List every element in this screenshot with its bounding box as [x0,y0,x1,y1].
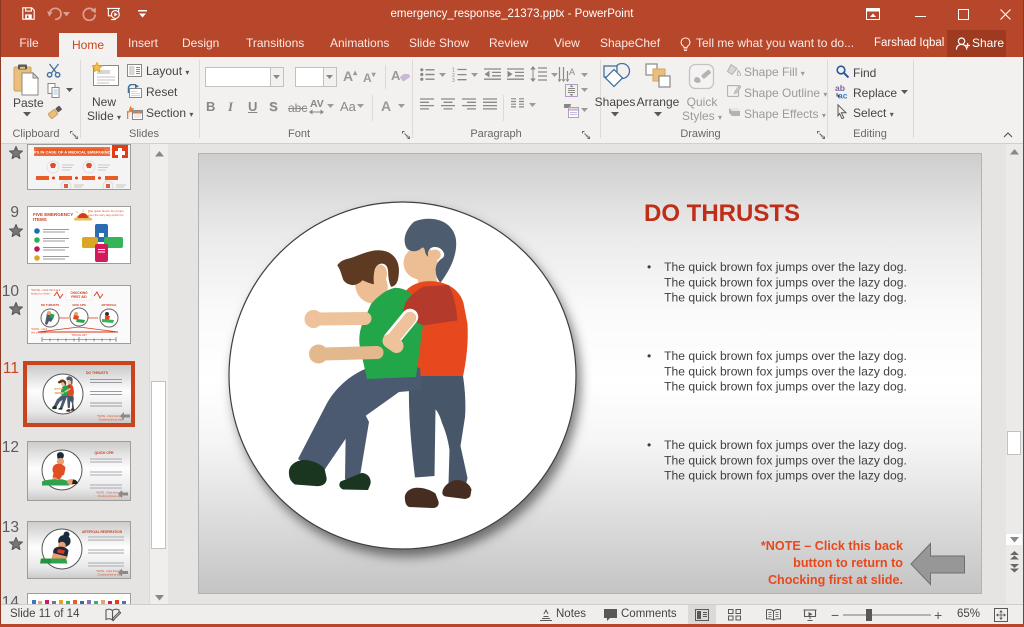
svg-text:6 STEPS IN CASE OF A MEDICAL E: 6 STEPS IN CASE OF A MEDICAL EMERGENCY [28,150,113,155]
svg-text:•: • [647,438,651,452]
svg-text:DO THRUSTS: DO THRUSTS [644,200,800,227]
svg-text:Chocking first at slide.: Chocking first at slide. [768,573,903,587]
svg-text:The quick brown fox jumps over: The quick brown fox jumps over the lazy … [664,453,907,467]
svg-text:ITEMS: ITEMS [33,217,47,222]
svg-text:The quick brown fox jumps over: The quick brown fox jumps over the lazy … [664,364,907,378]
svg-text:*NOTE – Click this back: *NOTE – Click this back [761,539,904,553]
svg-text:The quick brown fox jumps over: The quick brown fox jumps over the lazy … [664,380,907,394]
svg-text:Chocking first at slide.: Chocking first at slide. [99,418,125,422]
svg-text:QUICK CPR: QUICK CPR [94,451,114,455]
svg-text:GIVE CPR: GIVE CPR [72,303,85,307]
svg-text:*NOTE - Click: *NOTE - Click [31,327,48,331]
svg-text:button to return: button to return [31,292,50,296]
svg-text:The quick brown fox jumps over: The quick brown fox jumps over the lazy … [664,291,907,305]
svg-text:ac: ac [838,91,848,100]
svg-text:ARTIFICIAL: ARTIFICIAL [101,303,117,307]
svg-text:over the lazy dog quick fox: over the lazy dog quick fox [88,213,124,217]
svg-text:FIRST AID: FIRST AID [71,295,87,299]
svg-text:this to return: this to return [31,331,46,335]
svg-text:button to return to: button to return to [793,556,903,570]
svg-text:3: 3 [452,78,455,82]
svg-text:•: • [647,349,651,363]
svg-text:The quick brown fox jumps over: The quick brown fox jumps over the lazy … [664,260,907,274]
svg-text:DO THRUSTS: DO THRUSTS [86,371,109,375]
svg-text:The quick brown fox jumps over: The quick brown fox jumps over the lazy … [664,438,907,452]
svg-text:The quick brown fox jumps over: The quick brown fox jumps over the lazy … [664,349,907,363]
svg-text:TOUCH UP!: TOUCH UP! [71,333,87,337]
svg-text:ARTIFICIAL RESPIRATION: ARTIFICIAL RESPIRATION [82,530,123,534]
svg-text:DO THRUSTS: DO THRUSTS [41,303,59,307]
svg-text:A: A [569,67,575,77]
svg-text:The quick brown fox jumps over: The quick brown fox jumps over the lazy … [664,469,907,483]
svg-text:The quick brown fox jumps over: The quick brown fox jumps over the lazy … [664,275,907,289]
svg-text:•: • [647,260,651,274]
